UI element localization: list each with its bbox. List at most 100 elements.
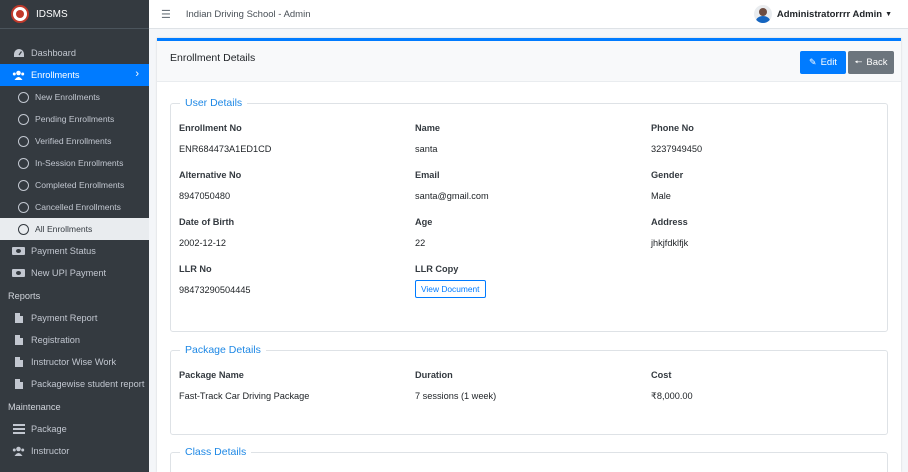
sidebar-item-label: Instructor [31, 446, 70, 456]
page-title: Indian Driving School - Admin [185, 8, 311, 20]
sidebar-subitem-completed-enrollments[interactable]: Completed Enrollments [0, 174, 149, 196]
field-label: Name [415, 123, 441, 133]
edit-button[interactable]: ✎ Edit [800, 51, 846, 74]
file-icon [14, 379, 23, 389]
enrollment-no-field: Enrollment No ENR684473A1ED1CD [179, 123, 271, 154]
sidebar-subitem-label: Pending Enrollments [35, 114, 115, 124]
field-label: LLR Copy [415, 264, 459, 274]
users-icon [12, 70, 25, 81]
field-value: 8947050480 [179, 191, 231, 201]
sidebar-item-label: Payment Report [31, 313, 98, 323]
circle-icon [18, 135, 29, 147]
sidebar-item-label: Instructor Wise Work [31, 357, 117, 367]
field-label: Age [415, 217, 433, 227]
sidebar-item-enrollments[interactable]: Enrollments › [0, 64, 149, 86]
sidebar-subitem-label: Verified Enrollments [35, 136, 112, 146]
sidebar-item-packagewise-student-report[interactable]: Packagewise student report [0, 373, 149, 395]
field-value: 98473290504445 [179, 285, 251, 295]
user-menu[interactable]: Administratorrrr Admin ▼ [753, 5, 892, 23]
view-document-button[interactable]: View Document [415, 280, 486, 298]
name-field: Name santa [415, 123, 440, 154]
sidebar-subitem-label: In-Session Enrollments [35, 158, 124, 168]
sidebar-subitem-label: Cancelled Enrollments [35, 202, 121, 212]
card-title: Enrollment Details [170, 52, 256, 64]
llr-copy-field: LLR Copy View Document [415, 264, 486, 298]
sidebar-subitem-label: Completed Enrollments [35, 180, 125, 190]
package-details-section: Package Details Package Name Fast-Track … [170, 344, 888, 435]
school-logo-icon [11, 5, 29, 23]
user-details-section: User Details Enrollment No ENR684473A1ED… [170, 97, 888, 332]
field-value: ENR684473A1ED1CD [179, 144, 272, 154]
back-button-label: Back [866, 57, 888, 68]
circle-icon [18, 157, 29, 169]
package-name-field: Package Name Fast-Track Car Driving Pack… [179, 370, 309, 401]
field-value: jhkjfdklfjk [651, 238, 689, 248]
sidebar-item-label: Enrollments [31, 70, 80, 80]
field-value: 3237949450 [651, 144, 703, 154]
field-label: Phone No [651, 123, 694, 133]
field-label: Duration [415, 370, 453, 380]
sidebar-subitem-label: New Enrollments [35, 92, 100, 102]
brand-link[interactable]: IDSMS [0, 0, 149, 29]
email-field: Email santa@gmail.com [415, 170, 489, 201]
enrollment-details-card: Enrollment Details ✎ Edit 🠔 Back User De… [157, 38, 901, 472]
address-field: Address jhkjfdklfjk [651, 217, 688, 248]
sidebar-item-payment-report[interactable]: Payment Report [0, 307, 149, 329]
sidebar-subitem-label: All Enrollments [35, 224, 93, 234]
hamburger-icon[interactable]: ☰ [161, 8, 171, 21]
sidebar-subitem-cancelled-enrollments[interactable]: Cancelled Enrollments [0, 196, 149, 218]
field-label: Package Name [179, 370, 244, 380]
sidebar-subitem-in-session-enrollments[interactable]: In-Session Enrollments [0, 152, 149, 174]
field-label: Gender [651, 170, 684, 180]
sidebar-subitem-verified-enrollments[interactable]: Verified Enrollments [0, 130, 149, 152]
caret-down-icon: ▼ [885, 10, 892, 18]
avatar [753, 5, 772, 23]
sidebar-subitem-all-enrollments[interactable]: All Enrollments [0, 218, 149, 240]
class-details-legend: Class Details [185, 446, 247, 458]
age-field: Age 22 [415, 217, 432, 248]
edit-icon: ✎ [809, 57, 817, 67]
duration-field: Duration 7 sessions (1 week) [415, 370, 496, 401]
sidebar-item-payment-status[interactable]: Payment Status [0, 240, 149, 262]
alternative-no-field: Alternative No 8947050480 [179, 170, 241, 201]
file-icon [14, 357, 23, 367]
field-label: Cost [651, 370, 672, 380]
field-label: LLR No [179, 264, 212, 274]
field-label: Email [415, 170, 440, 180]
card-header: Enrollment Details ✎ Edit 🠔 Back [157, 41, 901, 82]
phone-field: Phone No 3237949450 [651, 123, 702, 154]
sidebar-item-label: Payment Status [31, 246, 96, 256]
field-value: Male [651, 191, 671, 201]
arrow-left-icon: 🠔 [854, 56, 863, 67]
user-details-legend: User Details [185, 97, 243, 109]
llr-no-field: LLR No 98473290504445 [179, 264, 251, 295]
sidebar-item-instructor[interactable]: Instructor [0, 440, 149, 462]
sidebar-item-label: Packagewise student report [31, 379, 145, 389]
sidebar-subitem-new-enrollments[interactable]: New Enrollments [0, 86, 149, 108]
back-button[interactable]: 🠔 Back [848, 51, 894, 74]
sidebar-item-label: New UPI Payment [31, 268, 107, 278]
field-value: Fast-Track Car Driving Package [179, 391, 310, 401]
sidebar-item-dashboard[interactable]: Dashboard [0, 42, 149, 64]
field-value: 2002-12-12 [179, 238, 226, 248]
circle-icon [18, 179, 29, 191]
brand-name: IDSMS [36, 8, 68, 20]
money-icon [12, 269, 25, 277]
sidebar-item-label: Registration [31, 335, 81, 345]
sidebar-subitem-pending-enrollments[interactable]: Pending Enrollments [0, 108, 149, 130]
field-value: ₹8,000.00 [651, 391, 693, 401]
edit-button-label: Edit [820, 57, 837, 68]
sidebar-item-instructor-wise-work[interactable]: Instructor Wise Work [0, 351, 149, 373]
sidebar-item-label: Dashboard [31, 48, 76, 58]
table-icon [12, 424, 25, 434]
field-label: Enrollment No [179, 123, 242, 133]
sidebar-item-registration[interactable]: Registration [0, 329, 149, 351]
sidebar-item-new-upi-payment[interactable]: New UPI Payment [0, 262, 149, 284]
chevron-right-icon: › [135, 68, 139, 80]
field-value: santa [415, 144, 438, 154]
sidebar-item-package[interactable]: Package [0, 418, 149, 440]
sidebar-header-maintenance: Maintenance [8, 401, 61, 412]
circle-icon [18, 223, 29, 235]
field-value: 22 [415, 238, 426, 248]
sidebar-header-reports: Reports [8, 290, 41, 301]
